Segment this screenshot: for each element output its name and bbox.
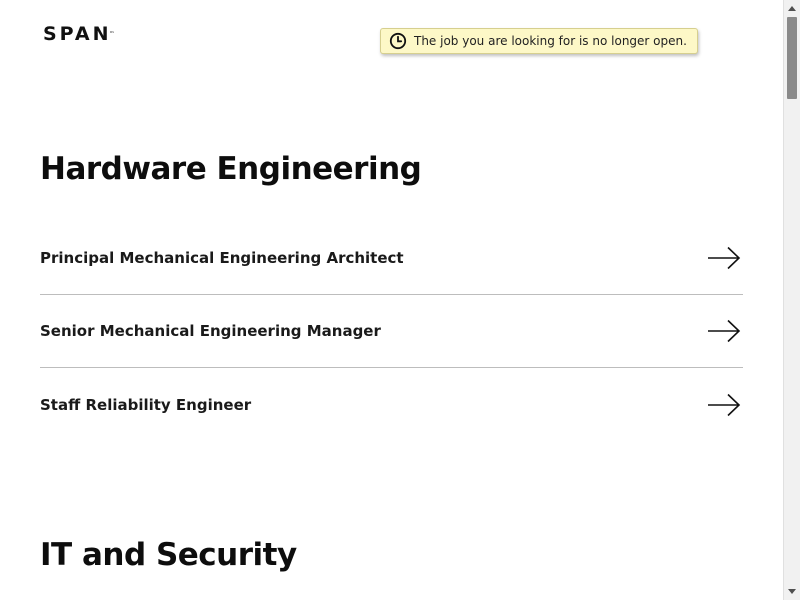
arrow-right-icon[interactable] <box>707 393 741 417</box>
job-closed-notice: The job you are looking for is no longer… <box>380 28 698 54</box>
span-logo[interactable]: SPAN™ <box>43 24 114 44</box>
logo-text: SPAN <box>43 23 112 45</box>
job-row[interactable]: Principal Mechanical Engineering Archite… <box>40 222 743 295</box>
arrow-right-icon[interactable] <box>707 246 741 270</box>
arrow-right-icon[interactable] <box>707 319 741 343</box>
vertical-scrollbar[interactable] <box>783 0 800 600</box>
job-row[interactable]: Staff Reliability Engineer <box>40 368 743 441</box>
scroll-up-arrow-icon[interactable] <box>784 0 800 16</box>
scrollbar-thumb[interactable] <box>787 17 797 99</box>
section-title-hardware-engineering: Hardware Engineering <box>40 151 422 187</box>
logo-trademark: ™ <box>109 31 115 37</box>
job-row[interactable]: Senior Mechanical Engineering Manager <box>40 295 743 368</box>
page: SPAN™ The job you are looking for is no … <box>0 0 783 600</box>
job-title[interactable]: Principal Mechanical Engineering Archite… <box>40 249 404 267</box>
scroll-down-arrow-icon[interactable] <box>784 584 800 600</box>
job-title[interactable]: Senior Mechanical Engineering Manager <box>40 322 381 340</box>
clock-icon <box>389 32 407 50</box>
job-title[interactable]: Staff Reliability Engineer <box>40 396 251 414</box>
notice-text: The job you are looking for is no longer… <box>414 34 687 48</box>
section-title-it-and-security: IT and Security <box>40 537 297 573</box>
job-list-hardware-engineering: Principal Mechanical Engineering Archite… <box>40 222 743 441</box>
